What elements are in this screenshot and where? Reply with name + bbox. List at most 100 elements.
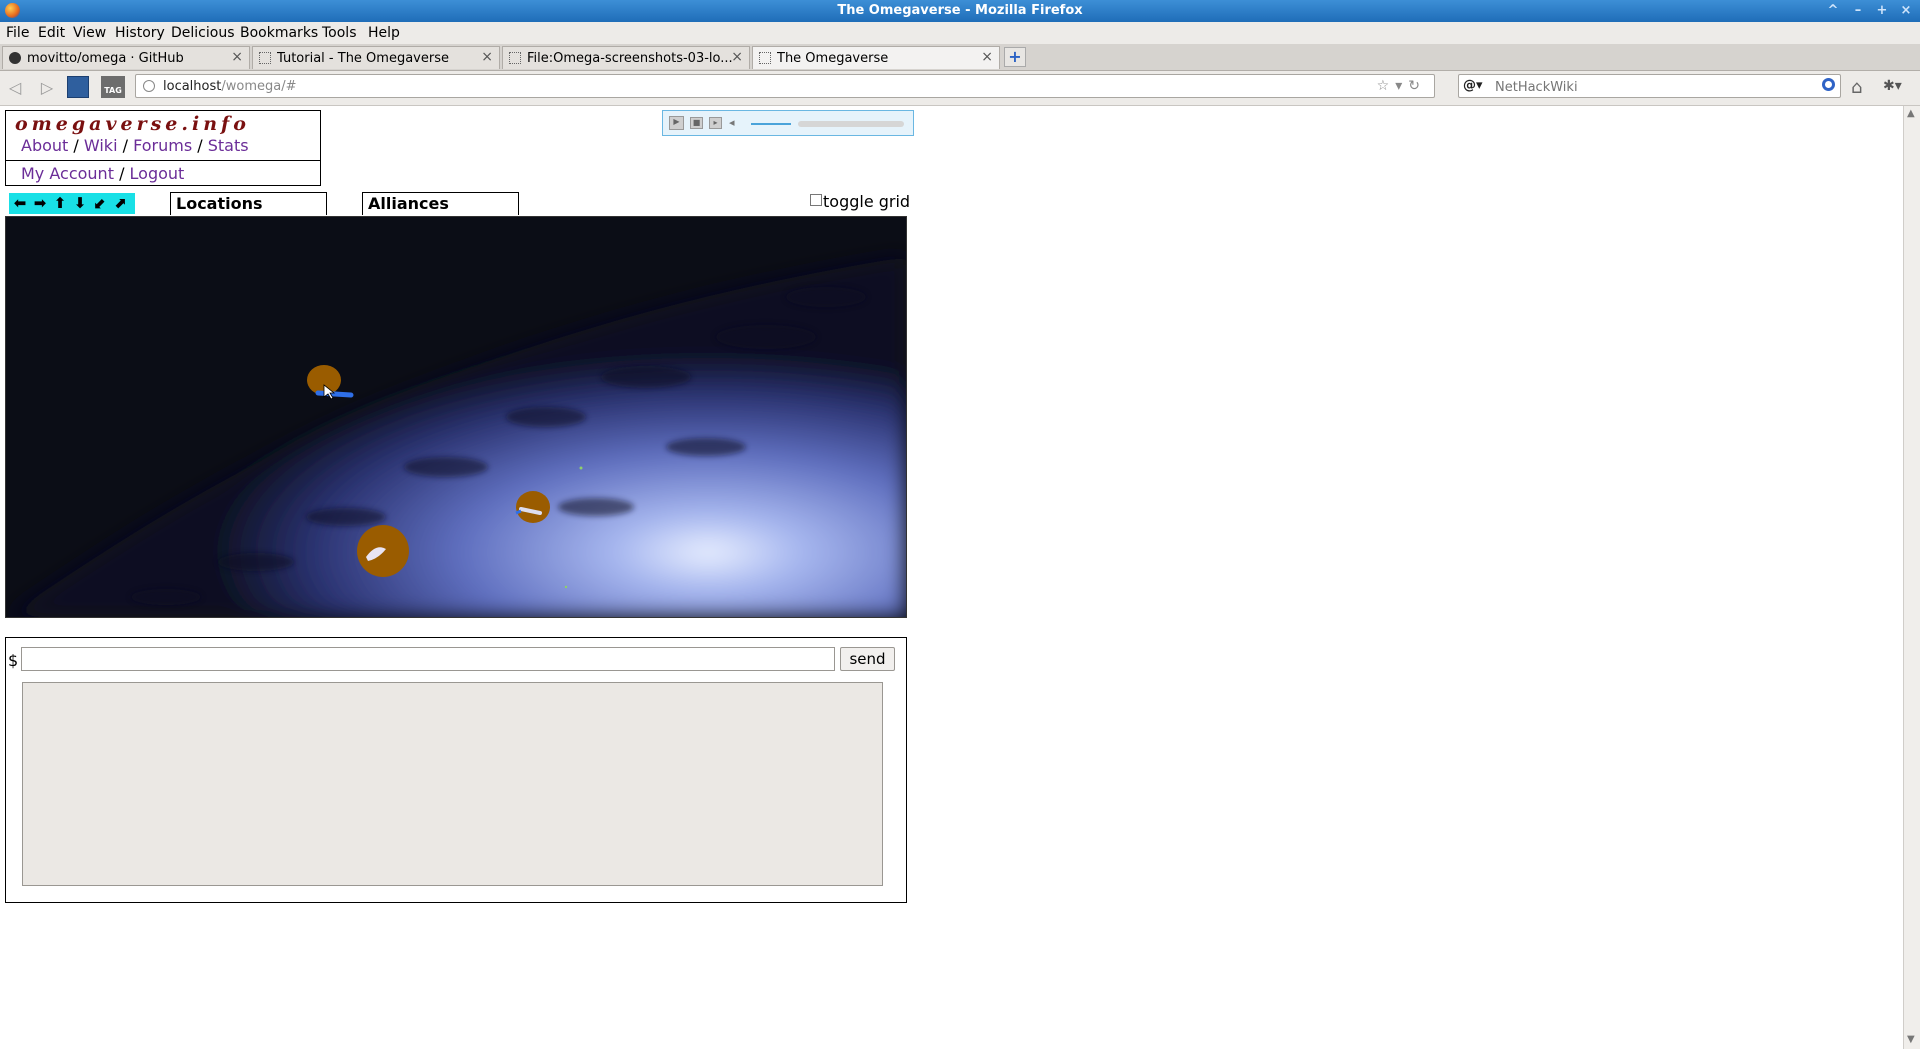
menu-bookmarks[interactable]: Bookmarks xyxy=(240,25,318,41)
tab-screenshot-file[interactable]: File:Omega-screenshots-03-lo... × xyxy=(502,46,750,69)
search-icon[interactable] xyxy=(1822,78,1835,91)
menu-delicious[interactable]: Delicious xyxy=(171,25,235,41)
url-host: localhost xyxy=(163,79,222,94)
page-icon xyxy=(509,52,521,64)
search-bar[interactable]: @▾ xyxy=(1458,74,1841,98)
command-console: $ send xyxy=(5,637,907,903)
menu-history[interactable]: History xyxy=(115,25,165,41)
separator: / xyxy=(197,136,203,155)
site-header: omegaverse.info About / Wiki / Forums / … xyxy=(5,110,321,186)
search-engine-label: @ xyxy=(1463,78,1476,93)
output-textarea[interactable] xyxy=(22,682,883,886)
planet-2[interactable] xyxy=(515,491,550,523)
page-icon xyxy=(259,52,271,64)
window-minimize-icon[interactable]: – xyxy=(1850,3,1866,19)
star-icon[interactable]: ☆ xyxy=(1377,78,1396,94)
search-engine-icon[interactable]: @▾ xyxy=(1463,78,1483,93)
wiki-link[interactable]: Wiki xyxy=(84,136,118,155)
window-title: The Omegaverse - Mozilla Firefox xyxy=(837,3,1083,18)
github-icon xyxy=(9,52,21,64)
account-nav: My Account / Logout xyxy=(21,164,184,183)
planet-3[interactable] xyxy=(357,525,409,577)
search-input[interactable] xyxy=(1493,77,1797,97)
logout-link[interactable]: Logout xyxy=(130,164,185,183)
window-close-icon[interactable]: × xyxy=(1898,3,1914,19)
divider xyxy=(6,160,320,161)
menu-view[interactable]: View xyxy=(73,25,106,41)
tab-tutorial[interactable]: Tutorial - The Omegaverse × xyxy=(252,46,500,69)
toggle-grid-checkbox[interactable] xyxy=(810,194,822,206)
addon-icon[interactable]: ✱▾ xyxy=(1883,78,1902,94)
window-titlebar: The Omegaverse - Mozilla Firefox ^ – + × xyxy=(0,0,1920,22)
about-link[interactable]: About xyxy=(21,136,68,155)
pan-up-icon[interactable]: ⬆ xyxy=(51,194,69,212)
map-navigation: ⬅ ➡ ⬆ ⬇ ⬋ ⬈ xyxy=(9,193,135,214)
menu-file[interactable]: File xyxy=(6,25,29,41)
zoom-in-icon[interactable]: ⬋ xyxy=(91,194,109,212)
tab-github[interactable]: movitto/omega · GitHub × xyxy=(2,46,250,69)
home-icon[interactable]: ⌂ xyxy=(1851,77,1862,98)
command-input[interactable] xyxy=(21,647,835,671)
site-identity-icon[interactable] xyxy=(143,80,155,92)
tag-icon[interactable]: TAG xyxy=(101,76,125,98)
forums-link[interactable]: Forums xyxy=(133,136,192,155)
next-icon[interactable]: ▸ xyxy=(709,117,722,129)
tab-label: Tutorial - The Omegaverse xyxy=(277,51,449,66)
scroll-up-icon[interactable]: ▲ xyxy=(1907,108,1915,119)
tab-label: File:Omega-screenshots-03-lo... xyxy=(527,51,732,66)
audio-player: ▶ ■ ▸ ◂ xyxy=(662,110,914,136)
page-icon xyxy=(759,52,771,64)
scroll-down-icon[interactable]: ▼ xyxy=(1907,1034,1915,1045)
tab-omegaverse[interactable]: The Omegaverse × xyxy=(752,46,1000,69)
locations-button[interactable]: Locations xyxy=(170,192,327,215)
bookmark-icon[interactable] xyxy=(67,76,89,98)
new-tab-button[interactable]: + xyxy=(1004,47,1026,67)
close-icon[interactable]: × xyxy=(481,49,493,65)
back-icon[interactable]: ◁ xyxy=(4,77,26,99)
separator: / xyxy=(73,136,79,155)
pan-down-icon[interactable]: ⬇ xyxy=(71,194,89,212)
close-icon[interactable]: × xyxy=(231,49,243,65)
galaxy-map[interactable] xyxy=(5,216,907,618)
star-marker xyxy=(579,466,583,470)
volume-icon[interactable]: ◂ xyxy=(729,116,735,129)
close-icon[interactable]: × xyxy=(981,49,993,65)
tab-label: The Omegaverse xyxy=(777,51,889,66)
url-text: localhost/womega/# xyxy=(163,79,296,94)
play-icon[interactable]: ▶ xyxy=(669,116,684,130)
alliances-button[interactable]: Alliances xyxy=(362,192,519,215)
progress-bar[interactable] xyxy=(798,121,904,127)
url-path: /womega/# xyxy=(221,79,297,94)
tab-label: movitto/omega · GitHub xyxy=(27,51,184,66)
url-actions: ☆▾↻ xyxy=(1377,78,1426,94)
zoom-out-icon[interactable]: ⬈ xyxy=(111,194,129,212)
window-shade-icon[interactable]: ^ xyxy=(1825,3,1841,19)
close-icon[interactable]: × xyxy=(731,49,743,65)
site-nav: About / Wiki / Forums / Stats xyxy=(21,136,249,155)
separator: / xyxy=(122,136,128,155)
menu-edit[interactable]: Edit xyxy=(38,25,65,41)
toggle-grid-label: toggle grid xyxy=(823,192,911,211)
forward-icon[interactable]: ▷ xyxy=(36,77,58,99)
dropdown-icon[interactable]: ▾ xyxy=(1395,78,1408,94)
my-account-link[interactable]: My Account xyxy=(21,164,114,183)
menu-help[interactable]: Help xyxy=(368,25,400,41)
reload-icon[interactable]: ↻ xyxy=(1408,78,1426,94)
pan-left-icon[interactable]: ⬅ xyxy=(11,194,29,212)
send-button[interactable]: send xyxy=(840,647,895,671)
galaxy-canvas[interactable] xyxy=(6,217,906,617)
star-marker xyxy=(564,585,568,589)
menu-tools[interactable]: Tools xyxy=(322,25,357,41)
separator: / xyxy=(119,164,125,183)
page-scrollbar[interactable]: ▲ ▼ xyxy=(1903,106,1920,1049)
volume-slider[interactable] xyxy=(751,123,791,125)
pan-right-icon[interactable]: ➡ xyxy=(31,194,49,212)
menu-bar: File Edit View History Delicious Bookmar… xyxy=(0,22,1920,45)
site-title[interactable]: omegaverse.info xyxy=(15,113,250,135)
toggle-grid[interactable]: toggle grid xyxy=(810,192,910,211)
url-bar[interactable]: localhost/womega/# ☆▾↻ xyxy=(135,74,1435,98)
stats-link[interactable]: Stats xyxy=(208,136,249,155)
prompt-symbol: $ xyxy=(8,651,19,670)
stop-icon[interactable]: ■ xyxy=(690,117,703,129)
window-maximize-icon[interactable]: + xyxy=(1874,3,1890,19)
